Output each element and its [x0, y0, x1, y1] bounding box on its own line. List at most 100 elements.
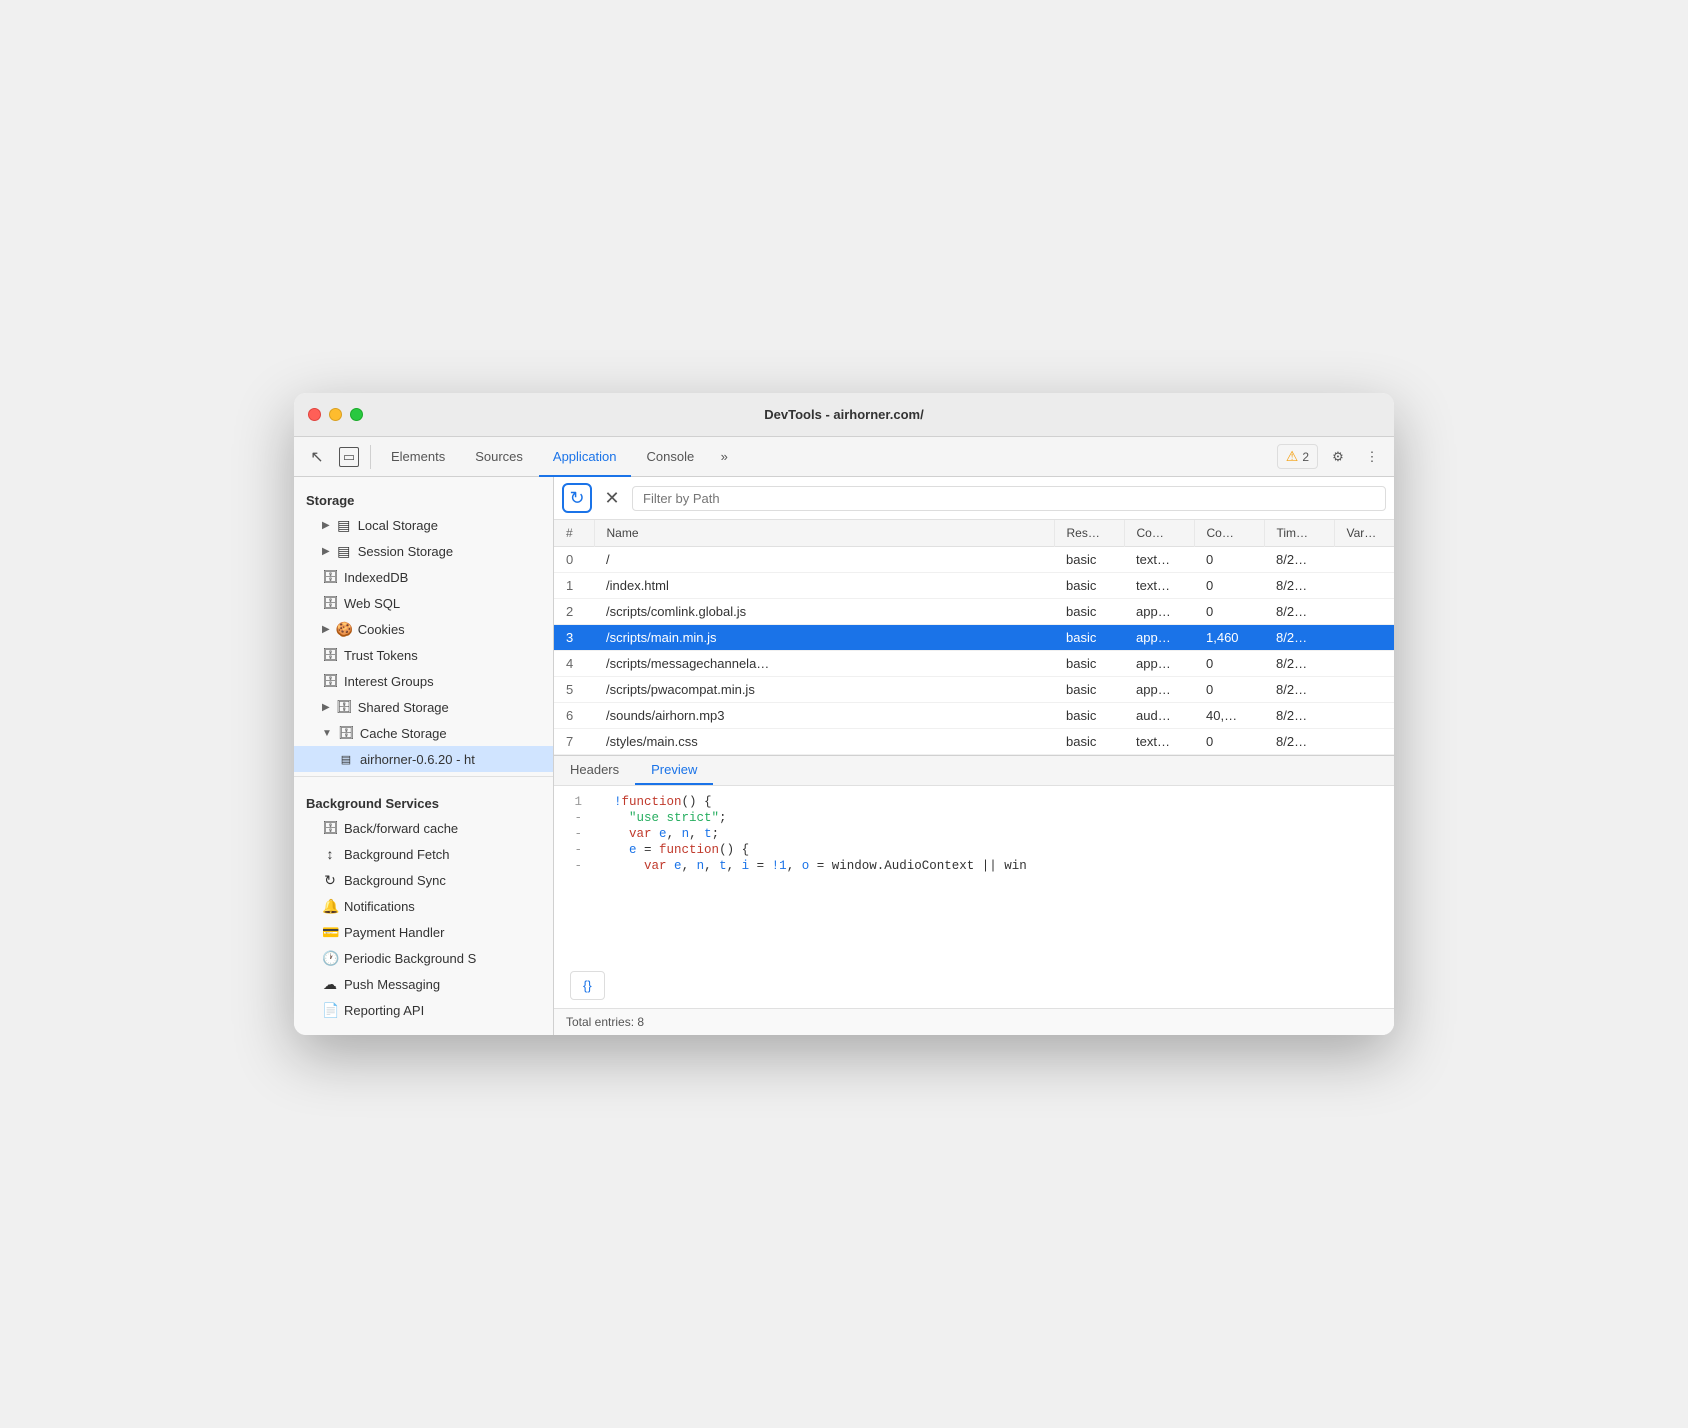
- sidebar-label: Notifications: [344, 899, 415, 914]
- table-row[interactable]: 1/index.htmlbasictext…08/2…: [554, 573, 1394, 599]
- sidebar-label: Session Storage: [358, 544, 453, 559]
- bell-icon: 🔔: [322, 898, 338, 915]
- clear-button[interactable]: ✕: [598, 484, 626, 512]
- code-line: - "use strict";: [554, 810, 1394, 826]
- table-cell: 4: [554, 651, 594, 677]
- more-tabs-button[interactable]: »: [710, 443, 738, 471]
- table-row[interactable]: 2/scripts/comlink.global.jsbasicapp…08/2…: [554, 599, 1394, 625]
- database-icon: ▤: [336, 517, 352, 534]
- sidebar-item-back-forward[interactable]: 🗄 Back/forward cache: [294, 815, 553, 841]
- payment-icon: 💳: [322, 924, 338, 941]
- table-cell: 8/2…: [1264, 651, 1334, 677]
- expand-arrow-icon: ▶: [322, 702, 330, 713]
- sidebar-item-indexeddb[interactable]: 🗄 IndexedDB: [294, 564, 553, 590]
- database-icon: 🗄: [322, 647, 338, 663]
- warning-badge[interactable]: ⚠ 2: [1277, 444, 1318, 469]
- table-cell: 0: [554, 547, 594, 573]
- sidebar-label: Cache Storage: [360, 726, 447, 741]
- table-cell: basic: [1054, 573, 1124, 599]
- sidebar-item-interest-groups[interactable]: 🗄 Interest Groups: [294, 668, 553, 694]
- content-area: ↻ ✕ # Name Res… Co… Co…: [554, 477, 1394, 1035]
- table-cell: 7: [554, 729, 594, 755]
- sidebar-item-local-storage[interactable]: ▶ ▤ Local Storage: [294, 512, 553, 538]
- sidebar-item-trust-tokens[interactable]: 🗄 Trust Tokens: [294, 642, 553, 668]
- format-button[interactable]: {}: [570, 971, 605, 1000]
- tab-sources[interactable]: Sources: [461, 437, 537, 477]
- sidebar-label: Local Storage: [358, 518, 438, 533]
- sidebar-item-notifications[interactable]: 🔔 Notifications: [294, 893, 553, 919]
- database-icon: 🗄: [338, 725, 354, 741]
- cursor-icon: ↖: [310, 447, 323, 467]
- table-cell: 8/2…: [1264, 729, 1334, 755]
- table-cell: 1,460: [1194, 625, 1264, 651]
- window-controls: [308, 408, 363, 421]
- sidebar-item-push-messaging[interactable]: ☁ Push Messaging: [294, 971, 553, 997]
- filter-input[interactable]: [632, 486, 1386, 511]
- table-body: 0/basictext…08/2…1/index.htmlbasictext…0…: [554, 547, 1394, 755]
- line-content: !function() {: [614, 795, 712, 809]
- table-cell: 8/2…: [1264, 703, 1334, 729]
- close-button[interactable]: [308, 408, 321, 421]
- table-cell: /: [594, 547, 1054, 573]
- table-row[interactable]: 3/scripts/main.min.jsbasicapp…1,4608/2…: [554, 625, 1394, 651]
- sidebar-item-payment-handler[interactable]: 💳 Payment Handler: [294, 919, 553, 945]
- table-cell: app…: [1124, 599, 1194, 625]
- col-header-var[interactable]: Var…: [1334, 520, 1394, 547]
- tab-headers[interactable]: Headers: [554, 756, 635, 785]
- line-number: -: [554, 827, 594, 841]
- sidebar-item-periodic-bg[interactable]: 🕐 Periodic Background S: [294, 945, 553, 971]
- table-cell: basic: [1054, 703, 1124, 729]
- maximize-button[interactable]: [350, 408, 363, 421]
- bottom-tabs: Headers Preview: [554, 756, 1394, 786]
- sidebar-item-cookies[interactable]: ▶ 🍪 Cookies: [294, 616, 553, 642]
- refresh-button[interactable]: ↻: [562, 483, 592, 513]
- tab-preview[interactable]: Preview: [635, 756, 713, 785]
- table-cell: 2: [554, 599, 594, 625]
- table-cell: [1334, 677, 1394, 703]
- col-header-name[interactable]: Name: [594, 520, 1054, 547]
- table-row[interactable]: 5/scripts/pwacompat.min.jsbasicapp…08/2…: [554, 677, 1394, 703]
- cache-toolbar: ↻ ✕: [554, 477, 1394, 520]
- cache-table-container: # Name Res… Co… Co… Tim… Var… 0/basictex…: [554, 520, 1394, 755]
- table-row[interactable]: 7/styles/main.cssbasictext…08/2…: [554, 729, 1394, 755]
- cookie-icon: 🍪: [336, 621, 352, 638]
- tab-console[interactable]: Console: [633, 437, 709, 477]
- format-button-container: {}: [554, 963, 1394, 1008]
- table-cell: /sounds/airhorn.mp3: [594, 703, 1054, 729]
- sidebar-item-cache-storage[interactable]: ▼ 🗄 Cache Storage: [294, 720, 553, 746]
- settings-button[interactable]: ⚙: [1324, 443, 1352, 471]
- sidebar-item-cache-entry[interactable]: ▤ airhorner-0.6.20 - ht: [294, 746, 553, 772]
- col-header-tim[interactable]: Tim…: [1264, 520, 1334, 547]
- sidebar: Storage ▶ ▤ Local Storage ▶ ▤ Session St…: [294, 477, 554, 1035]
- storage-section-title: Storage: [294, 485, 553, 512]
- table-row[interactable]: 0/basictext…08/2…: [554, 547, 1394, 573]
- table-cell: app…: [1124, 651, 1194, 677]
- device-tool-button[interactable]: ▭: [334, 442, 364, 472]
- table-cell: /scripts/main.min.js: [594, 625, 1054, 651]
- sidebar-item-bg-fetch[interactable]: ↕ Background Fetch: [294, 841, 553, 867]
- cursor-tool-button[interactable]: ↖: [302, 442, 332, 472]
- menu-button[interactable]: ⋮: [1358, 443, 1386, 471]
- table-cell: [1334, 547, 1394, 573]
- main-toolbar: ↖ ▭ Elements Sources Application Console…: [294, 437, 1394, 477]
- tab-application[interactable]: Application: [539, 437, 631, 477]
- sidebar-label: Periodic Background S: [344, 951, 476, 966]
- table-cell: 8/2…: [1264, 677, 1334, 703]
- table-row[interactable]: 4/scripts/messagechannela…basicapp…08/2…: [554, 651, 1394, 677]
- col-header-co1[interactable]: Co…: [1124, 520, 1194, 547]
- tab-elements[interactable]: Elements: [377, 437, 459, 477]
- sidebar-item-reporting-api[interactable]: 📄 Reporting API: [294, 997, 553, 1023]
- col-header-res[interactable]: Res…: [1054, 520, 1124, 547]
- sidebar-item-shared-storage[interactable]: ▶ 🗄 Shared Storage: [294, 694, 553, 720]
- minimize-button[interactable]: [329, 408, 342, 421]
- warning-count: 2: [1302, 450, 1309, 464]
- sidebar-item-bg-sync[interactable]: ↻ Background Sync: [294, 867, 553, 893]
- sidebar-label: airhorner-0.6.20 - ht: [360, 752, 475, 767]
- warning-icon: ⚠: [1286, 448, 1299, 465]
- sidebar-item-session-storage[interactable]: ▶ ▤ Session Storage: [294, 538, 553, 564]
- table-cell: basic: [1054, 599, 1124, 625]
- col-header-co2[interactable]: Co…: [1194, 520, 1264, 547]
- sidebar-item-web-sql[interactable]: 🗄 Web SQL: [294, 590, 553, 616]
- table-row[interactable]: 6/sounds/airhorn.mp3basicaud…40,…8/2…: [554, 703, 1394, 729]
- table-cell: basic: [1054, 729, 1124, 755]
